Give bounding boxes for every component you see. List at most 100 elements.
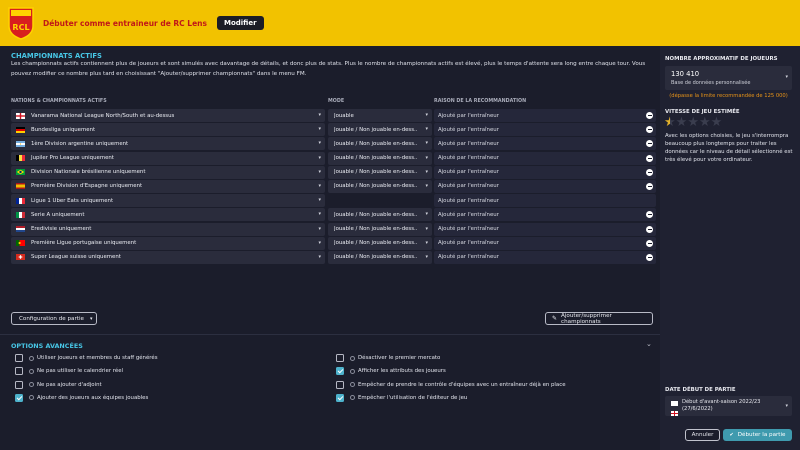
chevron-down-icon: ▾ bbox=[425, 140, 428, 147]
chevron-down-icon: ▾ bbox=[318, 154, 321, 161]
chevron-down-icon: ▾ bbox=[425, 168, 428, 175]
option-row: Empêcher l'utilisation de l'éditeur de j… bbox=[336, 393, 467, 402]
remove-league-icon[interactable] bbox=[646, 168, 653, 176]
option-checkbox[interactable] bbox=[15, 393, 23, 402]
remove-league-icon[interactable] bbox=[646, 253, 653, 261]
option-checkbox[interactable] bbox=[15, 380, 23, 389]
reason-cell: Ajouté par l'entraîneur bbox=[434, 236, 656, 250]
help-icon[interactable] bbox=[350, 395, 355, 401]
league-select[interactable]: 1ère Division argentine uniquement ▾ bbox=[11, 137, 325, 151]
league-select[interactable]: Super League suisse uniquement ▾ bbox=[11, 250, 325, 264]
mode-select[interactable]: Jouable / Non jouable en-dess... ▾ bbox=[328, 222, 432, 236]
league-row: Eredivisie uniquement ▾ Jouable / Non joua… bbox=[11, 222, 656, 237]
league-row: Bundesliga uniquement ▾ Jouable / Non joua… bbox=[11, 123, 656, 137]
remove-league-icon[interactable] bbox=[646, 140, 653, 148]
league-select[interactable]: Bundesliga uniquement ▾ bbox=[11, 123, 325, 137]
game-config-dropdown[interactable]: Configuration de partie ▾ bbox=[11, 312, 97, 325]
france-flag-icon bbox=[16, 197, 25, 204]
option-label: Ne pas utiliser le calendrier réel bbox=[37, 368, 124, 375]
option-label: Désactiver le premier mercato bbox=[358, 355, 441, 361]
league-name: 1ère Division argentine uniquement bbox=[31, 140, 129, 147]
league-name: Bundesliga uniquement bbox=[31, 126, 96, 133]
chevron-down-icon: ▾ bbox=[425, 225, 428, 232]
chevron-down-icon: ▾ bbox=[425, 253, 428, 260]
mode-select[interactable]: Jouable / Non jouable en-dess... ▾ bbox=[328, 123, 432, 137]
league-select[interactable]: Eredivisie uniquement ▾ bbox=[11, 222, 325, 236]
reason-cell: Ajouté par l'entraîneur bbox=[434, 109, 656, 122]
league-row: Jupiler Pro League uniquement ▾ Jouable / … bbox=[11, 151, 656, 166]
players-database-dropdown[interactable]: 130 410 Base de données personnalisée ▾ bbox=[665, 66, 792, 90]
option-checkbox[interactable] bbox=[336, 393, 344, 402]
option-row: Utiliser joueurs et membres du staff gén… bbox=[15, 354, 158, 362]
mode-select[interactable]: Jouable / Non jouable en-dess... ▾ bbox=[328, 250, 432, 264]
mode-select[interactable]: Jouable / Non jouable en-dess... ▾ bbox=[328, 179, 432, 193]
add-remove-leagues-label: Ajouter/supprimer championnats bbox=[561, 312, 612, 325]
reason-cell: Ajouté par l'entraîneur bbox=[434, 151, 656, 165]
remove-league-icon[interactable] bbox=[646, 239, 653, 247]
germany-flag-icon bbox=[16, 126, 25, 133]
section-description: Les championnats actifs contiennent plus… bbox=[11, 61, 646, 77]
speed-description: Avec les options choisies, le jeu s'inte… bbox=[665, 133, 793, 163]
mode-select[interactable]: Jouable / Non jouable en-dess... ▾ bbox=[328, 165, 432, 179]
chevron-down-icon: ▾ bbox=[425, 126, 428, 133]
mode-select[interactable]: Jouable / Non jouable en-dess... ▾ bbox=[328, 236, 432, 250]
reason-text: Ajouté par l'entraîneur bbox=[438, 169, 499, 176]
help-icon[interactable] bbox=[350, 368, 355, 374]
chevron-down-icon: ▾ bbox=[425, 112, 428, 118]
option-checkbox[interactable] bbox=[15, 367, 23, 376]
league-select[interactable]: Jupiler Pro League uniquement ▾ bbox=[11, 151, 325, 165]
chevron-down-icon: ▾ bbox=[425, 182, 428, 189]
remove-league-icon[interactable] bbox=[646, 182, 653, 190]
remove-league-icon[interactable] bbox=[646, 154, 653, 162]
start-game-label: Débuter la partie bbox=[737, 432, 786, 438]
help-icon[interactable] bbox=[29, 382, 34, 388]
remove-league-icon[interactable] bbox=[646, 225, 653, 233]
option-checkbox[interactable] bbox=[15, 354, 23, 362]
cancel-button[interactable]: Annuler bbox=[685, 429, 720, 441]
mode-select[interactable]: Jouable / Non jouable en-dess... ▾ bbox=[328, 151, 432, 165]
star-icon: ★ bbox=[710, 115, 723, 130]
league-select[interactable]: Division Nationale brésilienne uniquemen… bbox=[11, 165, 325, 179]
modify-button[interactable]: Modifier bbox=[216, 16, 264, 30]
collapse-chevron-icon[interactable]: ⌄ bbox=[646, 340, 652, 348]
remove-league-icon[interactable] bbox=[646, 112, 653, 119]
league-select[interactable]: Serie A uniquement ▾ bbox=[11, 208, 325, 222]
league-select[interactable]: Ligue 1 Uber Eats uniquement ▾ bbox=[11, 194, 325, 208]
netherlands-flag-icon bbox=[16, 226, 25, 232]
game-config-label: Configuration de partie bbox=[19, 315, 84, 322]
divider bbox=[0, 334, 660, 335]
chevron-down-icon: ▾ bbox=[425, 239, 428, 246]
leagues-panel: CHAMPIONNATS ACTIFS Les championnats act… bbox=[0, 46, 660, 450]
reason-cell: Ajouté par l'entraîneur bbox=[434, 250, 656, 264]
mode-value: Jouable / Non jouable en-dess... bbox=[334, 183, 418, 190]
help-icon[interactable] bbox=[29, 355, 34, 361]
mode-select[interactable]: Jouable ▾ bbox=[328, 109, 432, 122]
start-game-button[interactable]: ✔ Débuter la partie bbox=[723, 429, 792, 441]
option-checkbox[interactable] bbox=[336, 380, 344, 389]
league-name: Première Division d'Espagne uniquement bbox=[31, 183, 143, 190]
help-icon[interactable] bbox=[350, 382, 355, 388]
add-remove-leagues-button[interactable]: ✎ Ajouter/supprimer championnats bbox=[545, 312, 653, 325]
england-flag-icon bbox=[671, 401, 678, 416]
help-icon[interactable] bbox=[29, 368, 34, 374]
league-select[interactable]: Première Division d'Espagne uniquement ▾ bbox=[11, 179, 325, 193]
mode-value: Jouable / Non jouable en-dess... bbox=[334, 226, 418, 232]
help-icon[interactable] bbox=[350, 355, 355, 361]
option-row: Empêcher de prendre le contrôle d'équipe… bbox=[336, 380, 566, 389]
league-select[interactable]: Première Ligue portugaise uniquement ▾ bbox=[11, 236, 325, 250]
star-icon: ★ bbox=[698, 115, 711, 130]
mode-select[interactable]: Jouable / Non jouable en-dess... ▾ bbox=[328, 137, 432, 151]
remove-league-icon[interactable] bbox=[646, 211, 653, 219]
mode-select[interactable]: Jouable / Non jouable en-dess... ▾ bbox=[328, 208, 432, 222]
help-icon[interactable] bbox=[29, 395, 34, 401]
option-checkbox[interactable] bbox=[336, 367, 344, 376]
section-title-active-leagues: CHAMPIONNATS ACTIFS bbox=[11, 52, 102, 60]
league-row: Super League suisse uniquement ▾ Jouable /… bbox=[11, 250, 656, 265]
mode-value: Jouable / Non jouable en-dess... bbox=[334, 169, 418, 176]
remove-league-icon[interactable] bbox=[646, 126, 653, 134]
reason-text: Ajouté par l'entraîneur bbox=[438, 140, 499, 147]
league-select[interactable]: Vanarama National League North/South et … bbox=[11, 109, 325, 122]
reason-text: Ajouté par l'entraîneur bbox=[438, 112, 499, 119]
option-checkbox[interactable] bbox=[336, 354, 344, 362]
start-date-dropdown[interactable]: Début d'avant-saison 2022/23 (27/6/2022)… bbox=[665, 396, 792, 416]
